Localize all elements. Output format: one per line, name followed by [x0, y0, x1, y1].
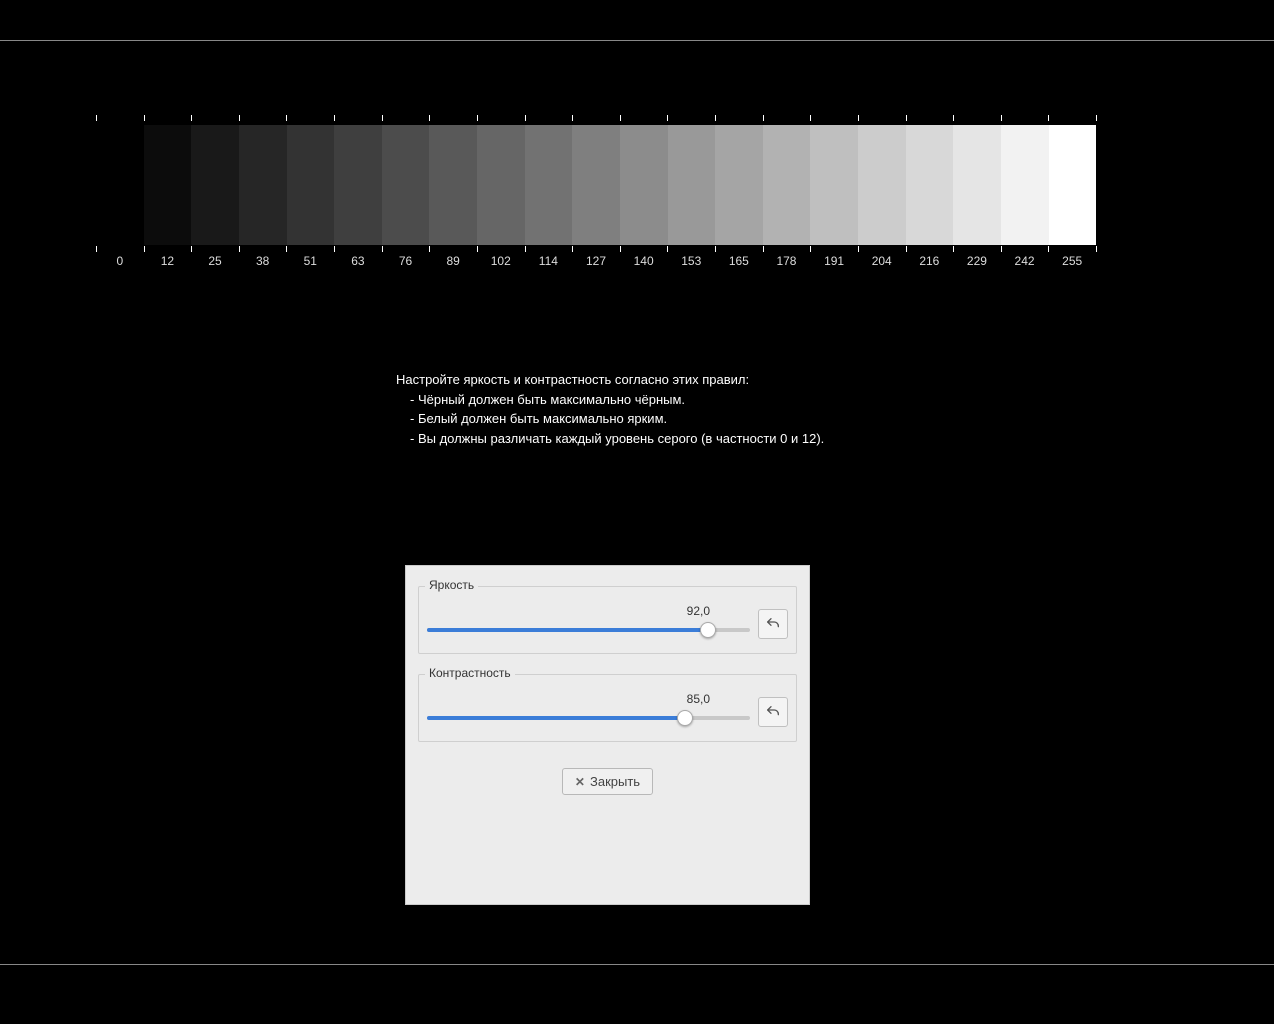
grayscale-label: 216	[919, 254, 939, 268]
grayscale-label: 63	[351, 254, 364, 268]
contrast-reset-button[interactable]	[758, 697, 788, 727]
tick-row-top	[96, 115, 1096, 125]
grayscale-label: 51	[304, 254, 317, 268]
grayscale-label: 153	[681, 254, 701, 268]
grayscale-label: 0	[116, 254, 123, 268]
brightness-slider-thumb[interactable]	[700, 622, 716, 638]
grayscale-labels: 0 12 25 38 51 63 76 89 102 114 127 140 153 165 178 191 2…	[96, 254, 1096, 272]
instructions-rule-3: - Вы должны различать каждый уровень сер…	[396, 429, 824, 449]
instructions-rule-1: - Чёрный должен быть максимально чёрным.	[396, 390, 824, 410]
grayscale-label: 204	[872, 254, 892, 268]
grayscale-label: 38	[256, 254, 269, 268]
contrast-slider-thumb[interactable]	[677, 710, 693, 726]
gray-block	[382, 125, 430, 245]
grayscale-label: 140	[634, 254, 654, 268]
bottom-separator	[0, 964, 1274, 965]
grayscale-label: 127	[586, 254, 606, 268]
gray-block	[96, 125, 144, 245]
contrast-slider[interactable]: 85,0	[427, 712, 750, 720]
grayscale-strip	[96, 125, 1096, 245]
brightness-group: Яркость 92,0	[418, 586, 797, 654]
gray-block	[525, 125, 573, 245]
gray-block	[1049, 125, 1097, 245]
grayscale-label: 114	[539, 254, 558, 268]
gray-block	[572, 125, 620, 245]
undo-icon	[765, 704, 781, 720]
instructions-rule-2: - Белый должен быть максимально ярким.	[396, 409, 824, 429]
grayscale-label: 25	[208, 254, 221, 268]
grayscale-label: 242	[1015, 254, 1035, 268]
grayscale-label: 89	[446, 254, 459, 268]
grayscale-label: 12	[161, 254, 174, 268]
contrast-group: Контрастность 85,0	[418, 674, 797, 742]
close-button[interactable]: ✕ Закрыть	[562, 768, 653, 795]
undo-icon	[765, 616, 781, 632]
gray-block	[763, 125, 811, 245]
gray-block	[191, 125, 239, 245]
gray-block	[715, 125, 763, 245]
gray-block	[477, 125, 525, 245]
top-separator	[0, 40, 1274, 41]
brightness-reset-button[interactable]	[758, 609, 788, 639]
grayscale-label: 229	[967, 254, 987, 268]
gray-block	[239, 125, 287, 245]
gray-block	[1001, 125, 1049, 245]
gray-block	[906, 125, 954, 245]
brightness-slider[interactable]: 92,0	[427, 624, 750, 632]
grayscale-label: 165	[729, 254, 749, 268]
gray-block	[668, 125, 716, 245]
grayscale-label: 76	[399, 254, 412, 268]
gray-block	[620, 125, 668, 245]
gray-block	[287, 125, 335, 245]
contrast-value: 85,0	[687, 692, 710, 706]
close-button-label: Закрыть	[590, 774, 640, 789]
brightness-label: Яркость	[425, 578, 478, 592]
contrast-label: Контрастность	[425, 666, 515, 680]
grayscale-label: 178	[776, 254, 796, 268]
settings-dialog: Яркость 92,0 Контрастность 85,0	[405, 565, 810, 905]
gray-block	[953, 125, 1001, 245]
grayscale-label: 191	[824, 254, 844, 268]
gray-block	[858, 125, 906, 245]
grayscale-label: 255	[1062, 254, 1082, 268]
gray-block	[144, 125, 192, 245]
gray-block	[429, 125, 477, 245]
instructions-heading: Настройте яркость и контрастность соглас…	[396, 370, 824, 390]
brightness-value: 92,0	[687, 604, 710, 618]
instructions-text: Настройте яркость и контрастность соглас…	[396, 370, 824, 448]
close-icon: ✕	[575, 775, 585, 789]
grayscale-label: 102	[491, 254, 511, 268]
gray-block	[810, 125, 858, 245]
gray-block	[334, 125, 382, 245]
